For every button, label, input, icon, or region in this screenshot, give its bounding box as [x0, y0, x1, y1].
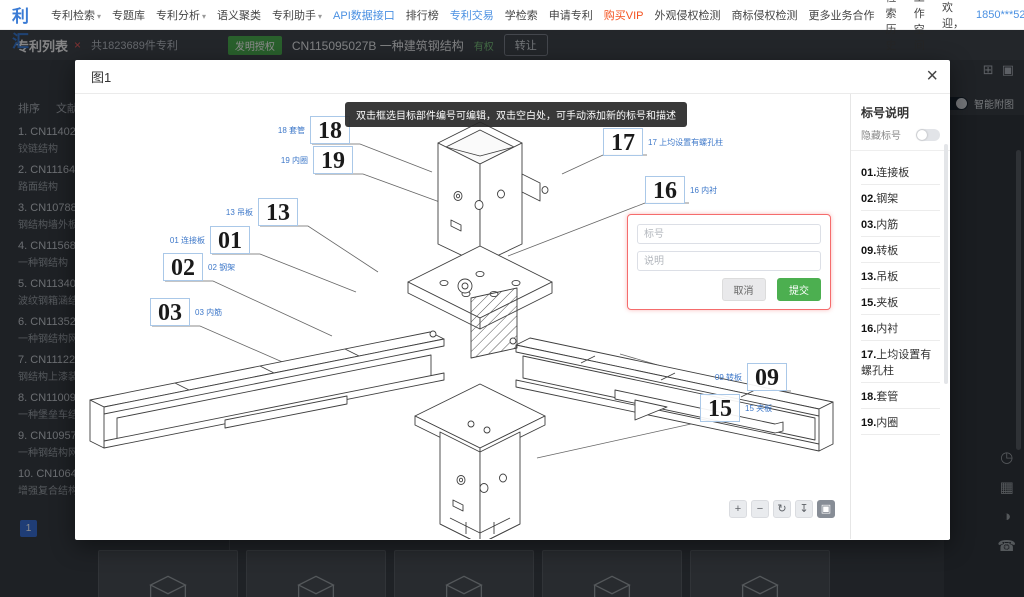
nav-menu-item[interactable]: 学检索: [505, 7, 538, 23]
nav-menu-item[interactable]: 购买VIP: [604, 7, 644, 23]
annotation-number: 15: [700, 394, 740, 422]
figure-toolbar: + − ↻ ↧ ▣: [729, 500, 835, 518]
annotation-number: 18: [310, 116, 350, 144]
figure-annotation[interactable]: 15 夹板 15: [700, 394, 740, 422]
annotation-text: 16 内衬: [690, 185, 717, 196]
annotation-number: 16: [645, 176, 685, 204]
submit-button[interactable]: 提交: [777, 278, 821, 301]
label-list-item[interactable]: 02.钢架: [861, 185, 940, 211]
zoom-out-button[interactable]: −: [751, 500, 769, 518]
figure-title: 图1: [91, 67, 111, 86]
figure-annotation[interactable]: 02 钢架 02: [163, 253, 203, 281]
figure-annotation[interactable]: 17 上均设置有螺孔柱 17: [603, 128, 643, 156]
nav-menu-item[interactable]: 语义聚类: [217, 7, 261, 23]
chevron-down-icon: ▾: [202, 12, 206, 21]
nav-menu-item[interactable]: 专利交易: [450, 7, 494, 23]
annotation-number: 09: [747, 363, 787, 391]
drawing-geometry: [90, 122, 833, 539]
annotation-text: 19 内圈: [281, 155, 308, 166]
modal-header: 图1 ×: [75, 60, 950, 94]
figure-annotation[interactable]: 03 内筋 03: [150, 298, 190, 326]
annotation-text: 03 内筋: [195, 307, 222, 318]
figure-area[interactable]: 18 套管 18 19 内圈 19 13 吊板 13 01 连接板: [75, 94, 850, 539]
hide-labels-toggle[interactable]: [916, 129, 940, 141]
label-list-item[interactable]: 16.内衬: [861, 315, 940, 341]
panel-title: 标号说明: [851, 94, 950, 127]
nav-menu: 专利检索▾ 专题库专利分析▾ 语义聚类专利助手▾ API数据接口排行榜专利交易学检索申…: [51, 7, 875, 23]
nav-menu-item[interactable]: API数据接口: [333, 7, 395, 23]
label-list-item[interactable]: 01.连接板: [861, 159, 940, 185]
top-nav: 专利汇 专利检索▾专题库专利分析▾语义聚类专利助手▾API数据接口排行榜专利交易…: [0, 0, 1024, 30]
annotation-number: 19: [313, 146, 353, 174]
nav-menu-item[interactable]: 排行榜: [406, 7, 439, 23]
label-list-item[interactable]: 03.内筋: [861, 211, 940, 237]
annotation-text: 13 吊板: [226, 207, 253, 218]
figure-annotation[interactable]: 19 内圈 19: [313, 146, 353, 174]
chevron-down-icon: ▾: [318, 12, 322, 21]
label-list: 01.连接板 02.钢架 03.内筋 09.转板 13.吊板 15.夹板 16.…: [851, 151, 950, 435]
label-list-item[interactable]: 17.上均设置有螺孔柱: [861, 341, 940, 383]
figure-annotation[interactable]: 16 内衬 16: [645, 176, 685, 204]
label-list-item[interactable]: 15.夹板: [861, 289, 940, 315]
annotation-number: 13: [258, 198, 298, 226]
annotation-number: 03: [150, 298, 190, 326]
figure-annotation[interactable]: 18 套管 18: [310, 116, 350, 144]
label-list-item[interactable]: 18.套管: [861, 383, 940, 409]
image-toggle-button[interactable]: ▣: [817, 500, 835, 518]
nav-menu-item[interactable]: 申请专利: [549, 7, 593, 23]
chevron-down-icon: ▾: [97, 12, 101, 21]
nav-menu-item[interactable]: 更多业务合作: [809, 7, 875, 23]
figure-viewer-modal: 图1 ×: [75, 60, 950, 540]
annotation-tooltip: 双击框选目标部件编号可编辑，双击空白处，可手动添加新的标号和描述: [345, 102, 687, 127]
annotation-number: 17: [603, 128, 643, 156]
figure-annotation[interactable]: 13 吊板 13: [258, 198, 298, 226]
cancel-button[interactable]: 取消: [722, 278, 766, 301]
label-input[interactable]: [637, 224, 821, 244]
close-icon[interactable]: ×: [926, 65, 938, 87]
annotation-text: 02 钢架: [208, 262, 235, 273]
label-list-item[interactable]: 09.转板: [861, 237, 940, 263]
nav-menu-item[interactable]: 外观侵权检测: [655, 7, 721, 23]
nav-menu-item[interactable]: 专利检索▾: [51, 7, 101, 23]
nav-menu-item[interactable]: 专利分析▾: [156, 7, 206, 23]
annotation-text: 15 夹板: [745, 403, 772, 414]
download-button[interactable]: ↧: [795, 500, 813, 518]
annotation-form: 取消 提交: [627, 214, 831, 310]
annotation-text: 18 套管: [278, 125, 305, 136]
annotation-text: 01 连接板: [170, 235, 205, 246]
patent-figure-drawing: [75, 94, 850, 539]
user-menu[interactable]: 1850***5289▾: [976, 9, 1024, 21]
panel-scrollbar[interactable]: [944, 144, 948, 384]
description-input[interactable]: [637, 251, 821, 271]
label-list-item[interactable]: 13.吊板: [861, 263, 940, 289]
nav-menu-item[interactable]: 专题库: [112, 7, 145, 23]
rotate-button[interactable]: ↻: [773, 500, 791, 518]
label-list-item[interactable]: 19.内圈: [861, 409, 940, 435]
nav-menu-item[interactable]: 专利助手▾: [272, 7, 322, 23]
annotation-text: 09 转板: [715, 372, 742, 383]
annotation-number: 01: [210, 226, 250, 254]
welcome-text: 欢迎，: [942, 0, 964, 31]
nav-menu-item[interactable]: 商标侵权检测: [732, 7, 798, 23]
figure-annotation[interactable]: 09 转板 09: [747, 363, 787, 391]
annotation-number: 02: [163, 253, 203, 281]
hide-labels-label: 隐藏标号: [861, 127, 901, 142]
figure-annotation[interactable]: 01 连接板 01: [210, 226, 250, 254]
label-panel: 标号说明 隐藏标号 01.连接板 02.钢架 03.内筋 09.转板 13.吊板: [850, 94, 950, 539]
zoom-in-button[interactable]: +: [729, 500, 747, 518]
annotation-text: 17 上均设置有螺孔柱: [648, 137, 723, 148]
